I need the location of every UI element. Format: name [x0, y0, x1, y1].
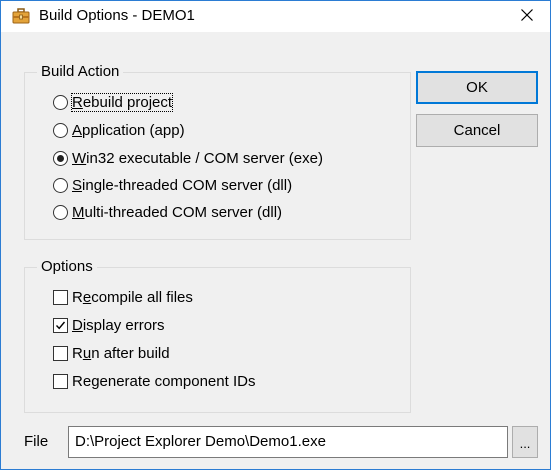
options-legend: Options [37, 258, 97, 276]
build-action-option[interactable]: Multi-threaded COM server (dll) [53, 201, 282, 223]
radio-button[interactable] [53, 204, 68, 220]
title-bar: Build Options - DEMO1 [1, 1, 550, 32]
build-action-label: Application (app) [72, 121, 185, 139]
build-options-dialog: Build Options - DEMO1 Build Action Rebui… [0, 0, 551, 470]
build-action-label: Single-threaded COM server (dll) [72, 176, 293, 194]
option-checkbox-row[interactable]: Run after build [53, 342, 170, 364]
option-checkbox-row[interactable]: Regenerate component IDs [53, 370, 255, 392]
radio-button-selected[interactable] [53, 150, 68, 166]
file-label: File [24, 433, 49, 450]
close-button[interactable] [504, 1, 550, 32]
cancel-button[interactable]: Cancel [416, 114, 538, 147]
checkbox[interactable] [53, 373, 68, 389]
browse-button[interactable]: ... [512, 426, 538, 458]
option-checkbox-row[interactable]: Display errors [53, 314, 165, 336]
window-title: Build Options - DEMO1 [39, 7, 195, 24]
checkbox-checked[interactable] [53, 317, 68, 333]
ok-label: OK [466, 79, 488, 96]
checkmark-icon [55, 321, 66, 329]
build-action-option[interactable]: Application (app) [53, 119, 185, 141]
toolbox-icon [12, 8, 30, 24]
checkbox[interactable] [53, 289, 68, 305]
option-label: Display errors [72, 316, 165, 334]
build-action-option[interactable]: Single-threaded COM server (dll) [53, 174, 292, 196]
build-action-label: Win32 executable / COM server (exe) [72, 149, 323, 167]
build-action-label: Rebuild project [70, 92, 174, 112]
checkbox[interactable] [53, 345, 68, 361]
build-action-legend: Build Action [37, 63, 124, 81]
radio-button[interactable] [53, 177, 68, 193]
build-action-option[interactable]: Win32 executable / COM server (exe) [53, 147, 323, 169]
build-action-label: Multi-threaded COM server (dll) [72, 203, 283, 221]
build-action-option[interactable]: Rebuild project [53, 91, 174, 113]
radio-button[interactable] [53, 122, 68, 138]
option-checkbox-row[interactable]: Recompile all files [53, 286, 193, 308]
option-label: Run after build [72, 344, 170, 362]
file-path-input[interactable]: D:\Project Explorer Demo\Demo1.exe [68, 426, 508, 458]
close-icon [521, 8, 533, 25]
radio-button[interactable] [53, 94, 68, 110]
option-label: Regenerate component IDs [72, 372, 256, 390]
option-label: Recompile all files [72, 288, 193, 306]
cancel-label: Cancel [453, 122, 501, 139]
ok-button[interactable]: OK [416, 71, 538, 104]
